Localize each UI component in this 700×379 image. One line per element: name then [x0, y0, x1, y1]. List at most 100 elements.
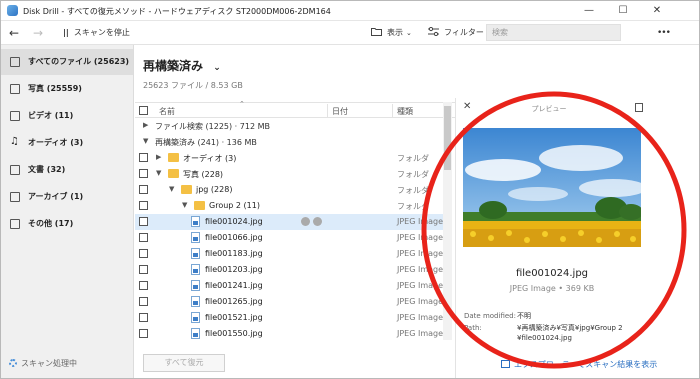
recover-all-button[interactable]: すべて復元	[143, 354, 225, 372]
row-checkbox[interactable]	[139, 217, 148, 226]
search-box	[486, 24, 621, 41]
audio-icon: ♫	[10, 136, 19, 147]
scan-status-label: スキャン処理中	[21, 359, 77, 368]
recover-row-icon[interactable]	[301, 217, 310, 226]
pause-scan-label: スキャンを停止	[73, 28, 130, 37]
filter-label: フィルター	[444, 28, 484, 37]
row-type: JPEG Image	[397, 329, 443, 338]
path-value-line1: ¥再構築済み¥写真¥jpg¥Group 2	[517, 324, 623, 332]
folder-row[interactable]: ▼ 写真 (228) フォルダ	[135, 166, 443, 182]
more-options-button[interactable]: •••	[657, 21, 671, 45]
filter-button[interactable]: フィルター	[428, 21, 484, 45]
collapsed-arrow-icon[interactable]: ▶	[156, 153, 161, 161]
title-bar: Disk Drill - すべての復元メソッド - ハードウェアディスク ST2…	[1, 1, 699, 21]
group-row[interactable]: ▶ ファイル検索 (1225) · 712 MB	[135, 118, 443, 134]
file-row[interactable]: file001521.jpg JPEG Image	[135, 310, 443, 326]
search-input[interactable]	[487, 25, 620, 40]
preview-row-icon[interactable]	[313, 217, 322, 226]
column-header-type[interactable]: 種類	[397, 106, 413, 117]
row-name: file001203.jpg	[205, 265, 263, 274]
file-row[interactable]: file001265.jpg JPEG Image	[135, 294, 443, 310]
folder-icon	[168, 153, 179, 162]
maximize-button[interactable]: ☐	[608, 3, 638, 19]
sidebar-item-all-files[interactable]: すべてのファイル (25623)	[1, 49, 133, 75]
video-icon	[10, 111, 20, 121]
preview-label: プレビュー	[531, 105, 567, 113]
vertical-scrollbar[interactable]	[443, 102, 452, 340]
page-title-label: 再構築済み	[143, 59, 204, 73]
sidebar-item-label: 写真 (25559)	[28, 84, 82, 93]
expanded-arrow-icon[interactable]: ▼	[182, 201, 187, 209]
sidebar-item-archives[interactable]: アーカイブ (1)	[1, 184, 133, 210]
path-value-line2: ¥file001024.jpg	[517, 334, 572, 342]
jpeg-file-icon	[191, 312, 200, 323]
open-in-explorer-link[interactable]: エクスプローラーでスキャン結果を表示	[501, 359, 657, 370]
pause-icon: ||	[63, 28, 69, 37]
row-checkbox[interactable]	[139, 265, 148, 274]
expanded-arrow-icon[interactable]: ▼	[169, 185, 174, 193]
main-panel: 再構築済み ⌄ 25623 ファイル / 8.53 GB 名前 ⌃ 日付 種類 …	[135, 45, 455, 378]
sidebar-item-photos[interactable]: 写真 (25559)	[1, 76, 133, 102]
file-row[interactable]: file001203.jpg JPEG Image	[135, 262, 443, 278]
row-checkbox[interactable]	[139, 233, 148, 242]
row-checkbox[interactable]	[139, 169, 148, 178]
select-all-checkbox[interactable]	[139, 106, 148, 115]
row-type: JPEG Image	[397, 217, 443, 226]
expanded-arrow-icon[interactable]: ▼	[143, 137, 148, 145]
jpeg-file-icon	[191, 328, 200, 339]
all-files-icon	[10, 57, 20, 67]
file-row[interactable]: file001066.jpg JPEG Image	[135, 230, 443, 246]
sidebar-item-audio[interactable]: ♫ オーディオ (3)	[1, 130, 133, 156]
collapsed-arrow-icon[interactable]: ▶	[143, 121, 148, 129]
scrollbar-thumb[interactable]	[444, 106, 451, 170]
row-checkbox[interactable]	[139, 297, 148, 306]
sidebar-item-label: その他 (17)	[28, 219, 74, 228]
file-row[interactable]: file001024.jpg JPEG Image	[135, 214, 443, 230]
minimize-button[interactable]: —	[574, 3, 604, 19]
folder-icon	[168, 169, 179, 178]
sidebar-item-other[interactable]: その他 (17)	[1, 211, 133, 237]
expanded-arrow-icon[interactable]: ▼	[156, 169, 161, 177]
folder-row[interactable]: ▼ jpg (228) フォルダ	[135, 182, 443, 198]
file-list: ▶ ファイル検索 (1225) · 712 MB ▼ 再構築済み (241) · 13…	[135, 118, 443, 340]
row-checkbox[interactable]	[139, 153, 148, 162]
row-name: file001066.jpg	[205, 233, 263, 242]
row-checkbox[interactable]	[139, 185, 148, 194]
spinner-icon	[9, 359, 17, 367]
file-row[interactable]: file001183.jpg JPEG Image	[135, 246, 443, 262]
row-checkbox[interactable]	[139, 249, 148, 258]
folder-row[interactable]: ▼ Group 2 (11) フォルダ	[135, 198, 443, 214]
file-row[interactable]: file001550.jpg JPEG Image	[135, 326, 443, 340]
folder-row[interactable]: ▶ オーディオ (3) フォルダ	[135, 150, 443, 166]
column-header-name[interactable]: 名前	[159, 106, 175, 117]
row-checkbox[interactable]	[139, 313, 148, 322]
view-menu-button[interactable]: 表示 ⌄	[371, 21, 412, 45]
jpeg-file-icon	[191, 264, 200, 275]
row-name: file001024.jpg	[205, 217, 263, 226]
preview-file-meta: JPEG Image • 369 KB	[509, 284, 595, 293]
pause-scan-button[interactable]: || スキャンを停止	[63, 21, 130, 45]
sidebar-item-label: すべてのファイル (25623)	[28, 57, 130, 66]
document-icon	[10, 165, 20, 175]
sidebar-item-videos[interactable]: ビデオ (11)	[1, 103, 133, 129]
jpeg-file-icon	[191, 280, 200, 291]
disk-drill-logo-icon	[7, 5, 18, 16]
open-in-explorer-label: エクスプローラーでスキャン結果を表示	[514, 360, 658, 369]
row-checkbox[interactable]	[139, 281, 148, 290]
sidebar-item-documents[interactable]: 文書 (32)	[1, 157, 133, 183]
row-checkbox[interactable]	[139, 201, 148, 210]
date-modified-key: Date modified:	[464, 312, 516, 320]
close-button[interactable]: ✕	[642, 3, 672, 19]
sunflower-field-image	[463, 128, 641, 247]
file-row[interactable]: file001241.jpg JPEG Image	[135, 278, 443, 294]
copy-icon[interactable]	[635, 103, 643, 112]
back-button[interactable]: ←	[9, 21, 19, 45]
row-name: オーディオ (3)	[183, 154, 237, 163]
row-checkbox[interactable]	[139, 329, 148, 338]
row-name: 再構築済み (241) · 136 MB	[155, 138, 257, 147]
page-title[interactable]: 再構築済み ⌄	[143, 57, 221, 74]
column-header-date[interactable]: 日付	[332, 106, 348, 117]
group-row[interactable]: ▼ 再構築済み (241) · 136 MB	[135, 134, 443, 150]
sort-ascending-icon: ⌃	[239, 100, 245, 108]
forward-button[interactable]: →	[33, 21, 43, 45]
